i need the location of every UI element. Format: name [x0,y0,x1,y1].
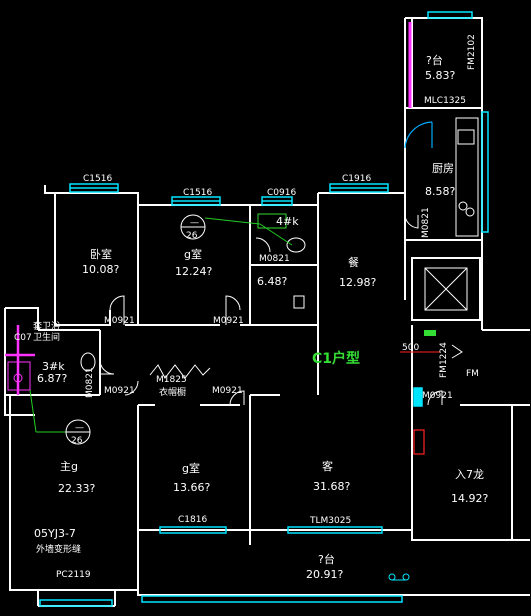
room-name-entrance: 入7龙 [455,468,484,481]
room-area-living: 31.68? [313,480,350,493]
callout-b-bottom: 26 [71,436,83,446]
label-c0916: C0916 [267,188,296,198]
label-bath-suite: 套卫浴 [33,320,60,332]
label-m0921-e: M0921 [422,391,453,401]
label-m0821-west: M0821 [85,367,95,398]
room-area-balcony-ne: 5.83? [425,69,455,82]
plan-title: C1户型 [312,350,360,367]
room-area-bath-small: 6.48? [257,275,287,288]
label-pc2119: PC2119 [56,570,91,580]
room-area-kitchen: 8.58? [425,185,455,198]
room-area-bedroom-nw: 10.08? [82,263,119,276]
label-c1516-n: C1516 [183,188,212,198]
room-area-balcony-s: 20.91? [306,568,343,581]
floor-plan-canvas: C1516 C1516 C0916 C1916 FM2102 MLC1325 M… [0,0,531,616]
room-area-bedroom-s: 13.66? [173,481,210,494]
label-tlm3025: TLM3025 [309,516,351,526]
label-m0821-bath: M0821 [259,254,290,264]
callout-a-top: — [190,218,199,228]
label-m0821-kitchen: M0821 [421,207,431,238]
label-m0921-c: M0921 [104,386,135,396]
room-area-entrance: 14.92? [451,492,488,505]
room-name-living: 客 [322,459,333,473]
room-area-bath-west: 6.87? [37,372,67,385]
label-fm: FM [466,369,479,379]
label-c1516-nw: C1516 [83,174,112,184]
label-wardrobe: 衣帽橱 [159,386,186,398]
label-dim-500: 500 [402,343,419,353]
label-bathroom: 卫生间 [33,331,60,343]
label-m0921-b: M0921 [213,316,244,326]
room-name-master: 主g [60,460,78,473]
room-name-balcony-s: ?台 [318,552,335,566]
label-m1825: M1825 [156,375,187,385]
room-name-bedroom-nw: 卧室 [90,247,112,261]
dim-marker [424,330,436,336]
label-c07: C07 [14,333,32,343]
label-mlc1325: MLC1325 [424,96,466,106]
room-area-master: 22.33? [58,482,95,495]
label-fm1224: FM1224 [439,342,449,378]
label-m0921-a: M0921 [104,316,135,326]
room-area-dining: 12.98? [339,276,376,289]
callout-b-top: — [75,423,84,433]
room-name-kitchen: 厨房 [432,162,454,175]
label-c1816: C1816 [178,515,207,525]
label-fm2102: FM2102 [467,34,477,70]
note-line-1: 05YJ3-7 [34,527,76,540]
room-name-bath-small: 4#k [276,215,299,228]
room-name-dining: 餐 [348,255,359,269]
background [0,0,531,616]
note-line-2: 外墙变形缝 [36,543,81,555]
room-name-bedroom-s: g室 [182,461,200,475]
room-name-bedroom-n: g室 [184,247,202,261]
callout-a-bottom: 26 [186,231,198,241]
room-area-bedroom-n: 12.24? [175,265,212,278]
label-c1916: C1916 [342,174,371,184]
room-name-balcony-ne: ?台 [426,53,443,67]
label-m0921-d: M0921 [212,386,243,396]
